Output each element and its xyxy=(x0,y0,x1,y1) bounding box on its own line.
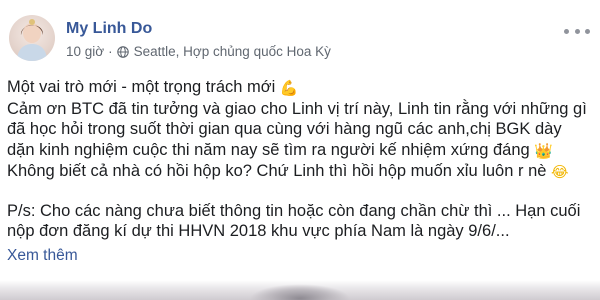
avatar[interactable] xyxy=(9,15,55,61)
facebook-post: My Linh Do 10 giờ · Seattle, Hợp chủng q… xyxy=(0,0,600,300)
post-text-line: Cảm ơn BTC đã tin tưởng và giao cho Linh… xyxy=(7,99,587,118)
post-text-line: Một vai trò mới - một trọng trách mới 💪 xyxy=(7,78,299,97)
post-photo[interactable] xyxy=(0,280,600,300)
post-text-line: dặn kinh nghiệm cuộc thi năm nay sẽ tìm … xyxy=(7,140,553,160)
more-options-icon-dot xyxy=(585,28,590,34)
more-options-icon-dot xyxy=(574,28,580,34)
post-time[interactable]: 10 giờ xyxy=(66,44,104,59)
more-options-icon xyxy=(564,28,569,34)
meta-separator: · xyxy=(108,44,113,59)
more-options-button[interactable] xyxy=(564,24,590,38)
post-text-line: nộp đơn đăng kí dự thi HHVN 2018 khu vực… xyxy=(7,222,510,240)
post-text-line: đã học hỏi trong suốt thời gian qua cùng… xyxy=(7,120,562,138)
post-text-line: P/s: Cho các nàng chưa biết thông tin ho… xyxy=(7,201,581,220)
post-text-line: Không biết cả nhà có hồi hộp ko? Chứ Lin… xyxy=(7,162,569,181)
post-meta: 10 giờ · Seattle, Hợp chủng quốc Hoa Kỳ xyxy=(66,44,331,59)
laughing-emoji-icon: 😂 xyxy=(551,163,569,181)
muscle-emoji-icon: 💪 xyxy=(279,79,299,97)
photo-crown-detail xyxy=(250,284,350,300)
post-location[interactable]: Seattle, Hợp chủng quốc Hoa Kỳ xyxy=(134,44,331,59)
post-content: Một vai trò mới - một trọng trách mới 💪 … xyxy=(7,77,597,242)
crown-emoji-icon: 👑 xyxy=(534,141,553,160)
globe-icon[interactable] xyxy=(116,45,129,58)
see-more-link[interactable]: Xem thêm xyxy=(7,247,78,265)
author-name[interactable]: My Linh Do xyxy=(66,20,152,38)
avatar-portrait-icon xyxy=(17,19,47,61)
